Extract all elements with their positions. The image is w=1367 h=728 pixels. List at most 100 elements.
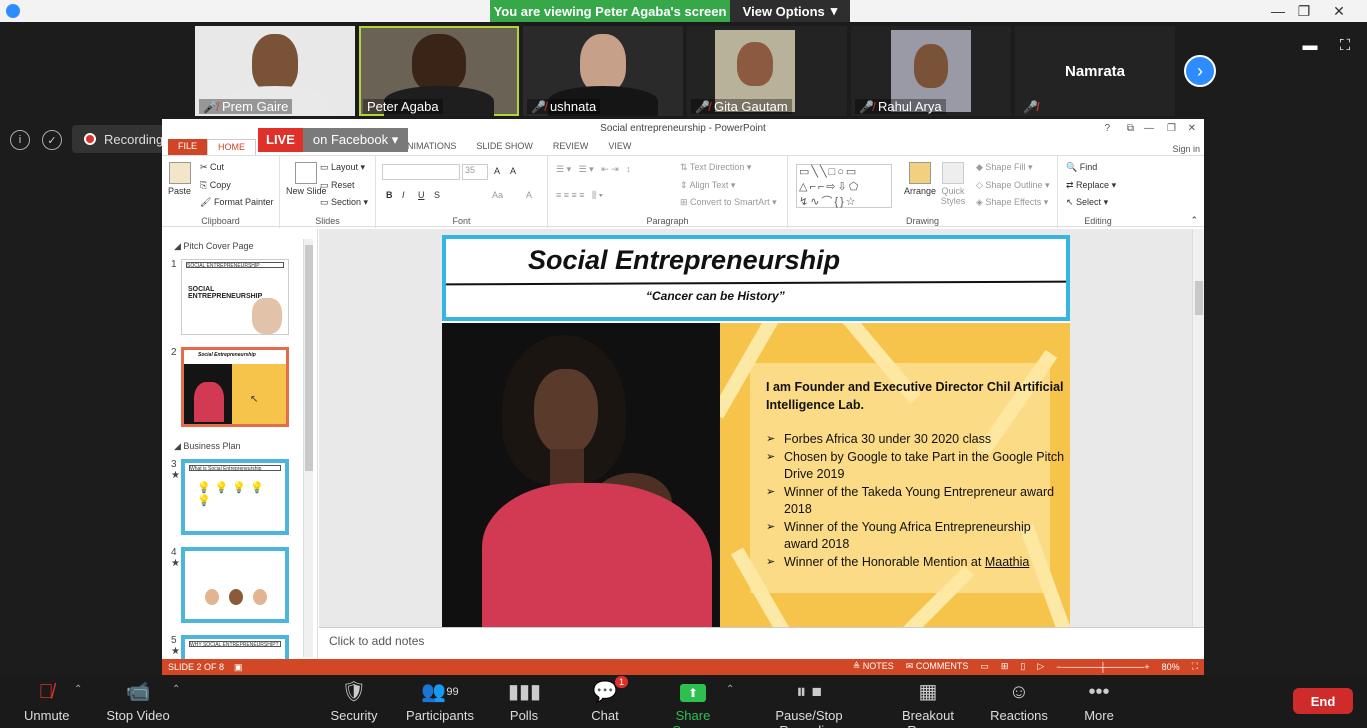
convert-smartart-button[interactable]: ⊞ Convert to SmartArt ▾ xyxy=(680,197,777,208)
text-direction-button[interactable]: ⇅ Text Direction ▾ xyxy=(680,162,751,173)
slide-body-text[interactable]: I am Founder and Executive Director Chil… xyxy=(766,379,1066,571)
slide-thumbnail-1[interactable]: SOCIAL ENTREPRENEURSHIP SOCIAL ENTREPREN… xyxy=(181,259,289,335)
shadow-button[interactable]: S xyxy=(434,190,440,200)
participant-tile[interactable]: 🎤̸ Gita Gautam xyxy=(687,26,847,116)
restore-icon[interactable]: ❐ xyxy=(1291,0,1317,22)
arrange-button[interactable]: Arrange xyxy=(904,162,936,196)
shape-effects-button[interactable]: ◈ Shape Effects ▾ xyxy=(976,197,1048,208)
slide-thumbnail-4[interactable] xyxy=(181,547,289,623)
help-icon[interactable]: ? xyxy=(1104,119,1110,139)
participant-tile[interactable]: Namrata 🎤̸ xyxy=(1015,26,1175,116)
pause-stop-recording-button[interactable]: ⏸ ⏹Pause/Stop Recording xyxy=(748,680,870,728)
close-icon[interactable]: ✕ xyxy=(1326,0,1352,22)
participants-button[interactable]: 👥99 Participants xyxy=(406,680,474,723)
slide-title[interactable]: Social Entrepreneurship xyxy=(528,245,840,276)
section-header[interactable]: ◢ Business Plan xyxy=(162,439,240,453)
slide-header-box[interactable]: Social Entrepreneurship “Cancer can be H… xyxy=(442,235,1070,321)
tab-review[interactable]: REVIEW xyxy=(543,139,599,155)
maathia-link[interactable]: Maathia xyxy=(985,555,1029,569)
font-size-select[interactable]: 35 xyxy=(462,164,488,180)
shapes-gallery[interactable]: ▭╲╲□○▭ △⌐⌐⇨⇩⬠ ↯∿⌒{}☆ xyxy=(796,164,892,208)
underline-button[interactable]: U xyxy=(418,190,425,200)
participant-tile[interactable]: 🎤̸ Rahul Arya xyxy=(851,26,1011,116)
shrink-font-button[interactable]: A xyxy=(510,166,516,176)
portrait-image[interactable] xyxy=(442,323,720,627)
grow-font-button[interactable]: A xyxy=(494,166,500,176)
end-meeting-button[interactable]: End xyxy=(1293,688,1353,714)
share-screen-button[interactable]: ⬆Share Screen xyxy=(656,680,730,728)
slide-thumbnail-3[interactable]: What is Social Entrepreneurship 💡💡💡💡💡 xyxy=(181,459,289,535)
font-name-select[interactable] xyxy=(382,164,460,180)
normal-view-icon[interactable]: ▭ xyxy=(980,661,989,672)
section-button[interactable]: ▭ Section ▾ xyxy=(320,197,368,208)
tab-slide-show[interactable]: SLIDE SHOW xyxy=(466,139,543,155)
slide-subtitle[interactable]: “Cancer can be History” xyxy=(646,289,785,303)
shield-icon[interactable]: ✓ xyxy=(42,130,62,150)
select-button[interactable]: ↖ Select ▾ xyxy=(1066,197,1108,208)
restore-icon[interactable]: ❐ xyxy=(1167,119,1176,139)
quick-styles-button[interactable]: Quick Styles xyxy=(938,162,968,206)
paste-button[interactable]: Paste xyxy=(168,162,191,196)
shape-fill-button[interactable]: ◆ Shape Fill ▾ xyxy=(976,162,1032,173)
slide-thumbnail-5[interactable]: WHY SOCIAL ENTREPRENEURSHIP? xyxy=(181,635,289,659)
zoom-slider[interactable]: −──────┼──────+ xyxy=(1056,662,1149,672)
slideshow-view-icon[interactable]: ▷ xyxy=(1037,661,1044,672)
participant-tile-active-speaker[interactable]: Peter Agaba xyxy=(359,26,519,116)
thumbnail-scrollbar[interactable] xyxy=(303,239,313,657)
slide-sorter-icon[interactable]: ⊞ xyxy=(1001,661,1009,672)
collapse-ribbon-icon[interactable]: ⌃ xyxy=(1190,215,1198,226)
close-icon[interactable]: ✕ xyxy=(1188,119,1196,139)
editor-scrollbar[interactable] xyxy=(1192,229,1204,627)
change-case-button[interactable]: Aa xyxy=(492,190,503,200)
chat-button[interactable]: 💬 1 Chat xyxy=(588,676,628,723)
section-header[interactable]: ◢ Pitch Cover Page xyxy=(162,239,253,253)
participant-tile[interactable]: 🎤̸ ushnata xyxy=(523,26,683,116)
bullets-button[interactable]: ☰ ▾ ☰ ▾ ⇤ ⇥ ↕ xyxy=(556,164,631,175)
next-participants-button[interactable]: › xyxy=(1184,55,1216,87)
align-buttons[interactable]: ≡ ≡ ≡ ≡ ⫼ ▾ xyxy=(556,190,603,201)
ribbon-display-icon[interactable]: ⧉ xyxy=(1127,119,1134,139)
more-button[interactable]: ••• More xyxy=(1082,680,1116,723)
breakout-rooms-button[interactable]: ▦Breakout Rooms xyxy=(882,680,974,728)
participant-tile[interactable]: 🎤̸ Prem Gaire xyxy=(195,26,355,116)
bold-button[interactable]: B xyxy=(386,190,393,200)
notes-pane[interactable]: Click to add notes xyxy=(319,627,1204,657)
reset-button[interactable]: ▭ Reset xyxy=(320,180,355,191)
cut-button[interactable]: ✂ Cut xyxy=(200,162,224,173)
fit-to-window-icon[interactable]: ⛶ xyxy=(1192,661,1198,672)
tab-file[interactable]: FILE xyxy=(168,139,208,155)
minimize-icon[interactable]: — xyxy=(1144,119,1154,139)
font-color-button[interactable]: A xyxy=(526,190,532,200)
minimize-icon[interactable]: — xyxy=(1265,0,1291,22)
video-options-caret[interactable]: ⌃ xyxy=(172,684,180,695)
notes-button[interactable]: ≜ NOTES xyxy=(853,661,894,672)
meeting-info-icon[interactable]: i xyxy=(10,130,30,150)
find-button[interactable]: 🔍 Find xyxy=(1066,162,1097,173)
comments-button[interactable]: ✉ COMMENTS xyxy=(906,661,969,672)
polls-button[interactable]: ▮▮▮ Polls xyxy=(508,680,541,723)
unmute-button[interactable]: 🎙̸ Unmute xyxy=(24,680,70,723)
gallery-layout-icon[interactable]: ▬ xyxy=(1300,36,1320,54)
slide-thumbnail-2-selected[interactable]: Social Entrepreneurship ↖ xyxy=(181,347,289,427)
tab-view[interactable]: VIEW xyxy=(598,139,641,155)
zoom-level[interactable]: 80% xyxy=(1162,662,1180,672)
audio-options-caret[interactable]: ⌃ xyxy=(74,684,82,695)
layout-button[interactable]: ▭ Layout ▾ xyxy=(320,162,365,173)
shape-outline-button[interactable]: ◇ Shape Outline ▾ xyxy=(976,180,1050,191)
live-streaming-indicator[interactable]: LIVE on Facebook ▾ xyxy=(258,128,409,152)
reactions-button[interactable]: ☺ Reactions xyxy=(990,680,1048,723)
italic-button[interactable]: I xyxy=(402,190,405,200)
replace-button[interactable]: ⇄ Replace ▾ xyxy=(1066,180,1116,191)
tab-home[interactable]: HOME xyxy=(207,139,257,155)
align-text-button[interactable]: ⇕ Align Text ▾ xyxy=(680,180,735,191)
fullscreen-icon[interactable]: ⛶ xyxy=(1335,36,1355,54)
spellcheck-icon[interactable]: ▣ xyxy=(234,662,243,673)
format-painter-button[interactable]: 🖌 Format Painter xyxy=(200,197,273,208)
slide-canvas[interactable]: Social Entrepreneurship “Cancer can be H… xyxy=(442,235,1070,627)
reading-view-icon[interactable]: ▯ xyxy=(1020,661,1025,672)
view-options-button[interactable]: View Options ▾ xyxy=(730,0,850,22)
share-options-caret[interactable]: ⌃ xyxy=(726,684,734,695)
security-button[interactable]: 🛡 Security xyxy=(330,680,378,723)
stop-video-button[interactable]: 📹 Stop Video xyxy=(106,680,170,723)
copy-button[interactable]: ⎘ Copy xyxy=(200,180,231,191)
